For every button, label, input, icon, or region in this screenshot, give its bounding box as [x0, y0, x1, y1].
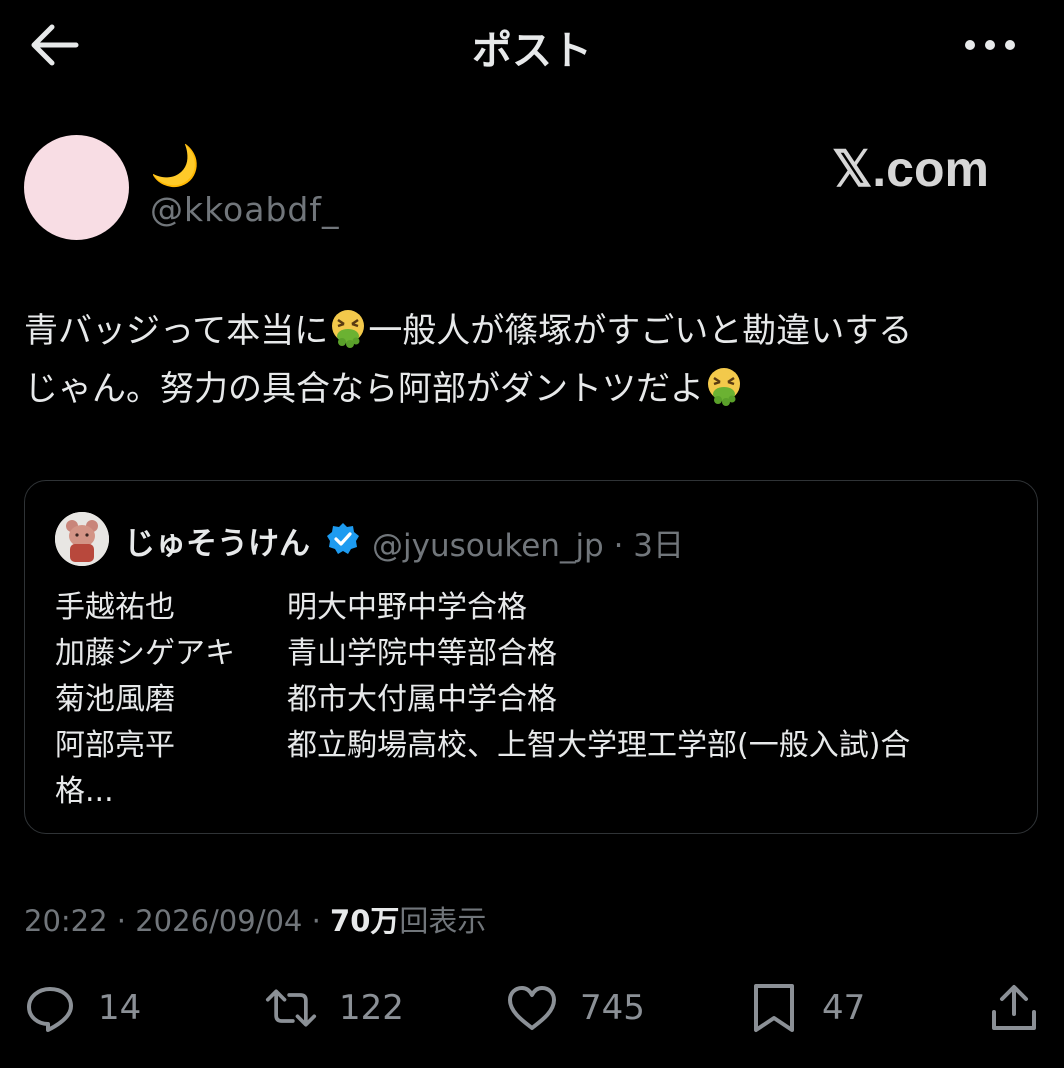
- bookmark-count: 47: [822, 988, 866, 1028]
- quoted-row-name: 加藤シゲアキ: [55, 636, 235, 671]
- more-horizontal-icon: [965, 40, 1015, 50]
- quoted-row-result: 都立駒場高校、上智大学理工学部(一般入試)合: [287, 728, 911, 763]
- repost-button[interactable]: 122: [265, 982, 404, 1034]
- bear-avatar-icon: [55, 512, 109, 566]
- quoted-row: 阿部亮平 都立駒場高校、上智大学理工学部(一般入試)合: [55, 720, 910, 764]
- view-count: 70万: [330, 904, 400, 938]
- quoted-row: 菊池風磨 都市大付属中学合格: [55, 674, 557, 718]
- post-meta: 20:22 · 2026/09/04 · 70万回表示: [24, 898, 486, 940]
- quoted-author-name: じゅそうけん: [124, 526, 310, 562]
- quoted-overflow-text: 格...: [55, 774, 114, 809]
- nauseated-vomiting-face-icon: [332, 310, 365, 348]
- repost-icon: [265, 989, 317, 1027]
- verified-badge-icon: [326, 522, 360, 556]
- quoted-author-avatar: [55, 512, 109, 566]
- watermark: 𝕏.com: [832, 141, 989, 197]
- quoted-row-name: 手越祐也: [55, 590, 175, 625]
- quoted-row: 手越祐也 明大中野中学合格: [55, 582, 527, 626]
- quoted-author-handle: @jyusouken_jp · 3日: [372, 528, 685, 564]
- reply-count: 14: [98, 988, 142, 1028]
- author-display-name[interactable]: 🌙: [150, 142, 200, 189]
- tweet-text-part: じゃん。努力の具合なら阿部がダントツだよ: [24, 369, 704, 409]
- author-handle[interactable]: @kkoabdf_: [150, 190, 339, 229]
- like-count: 745: [580, 988, 645, 1028]
- tweet-text-part: 青バッジって本当に: [24, 311, 329, 351]
- bookmark-button[interactable]: 47: [748, 982, 865, 1034]
- quoted-row-result: 都市大付属中学合格: [287, 682, 557, 717]
- repost-count: 122: [339, 988, 404, 1028]
- nauseated-vomiting-face-icon: [708, 368, 740, 406]
- reply-icon: [27, 987, 73, 1032]
- like-button[interactable]: 745: [506, 982, 645, 1034]
- quoted-row: 加藤シゲアキ 青山学院中等部合格: [55, 628, 557, 672]
- tweet-text: 青バッジって本当に 一般人が篠塚がすごいと勘違いする じゃん。努力の具合なら阿部が…: [24, 302, 1049, 418]
- reply-button[interactable]: 14: [24, 982, 141, 1034]
- post-timestamp: 20:22 · 2026/09/04 ·: [24, 904, 331, 938]
- quoted-row-name: 菊池風磨: [55, 682, 175, 717]
- avatar[interactable]: [24, 135, 129, 240]
- quoted-row-result: 青山学院中等部合格: [287, 636, 557, 671]
- tweet-text-part: 一般人が篠塚がすごいと勘違いする: [368, 311, 913, 351]
- bookmark-icon: [754, 984, 794, 1032]
- quoted-row-result: 明大中野中学合格: [287, 590, 527, 625]
- more-button[interactable]: [962, 32, 1018, 58]
- view-label: 回表示: [399, 904, 487, 938]
- quoted-row-name: 阿部亮平: [55, 728, 175, 763]
- heart-icon: [508, 986, 556, 1030]
- share-icon: [992, 985, 1036, 1030]
- page-title: ポスト: [472, 28, 592, 74]
- share-button[interactable]: [988, 982, 1040, 1034]
